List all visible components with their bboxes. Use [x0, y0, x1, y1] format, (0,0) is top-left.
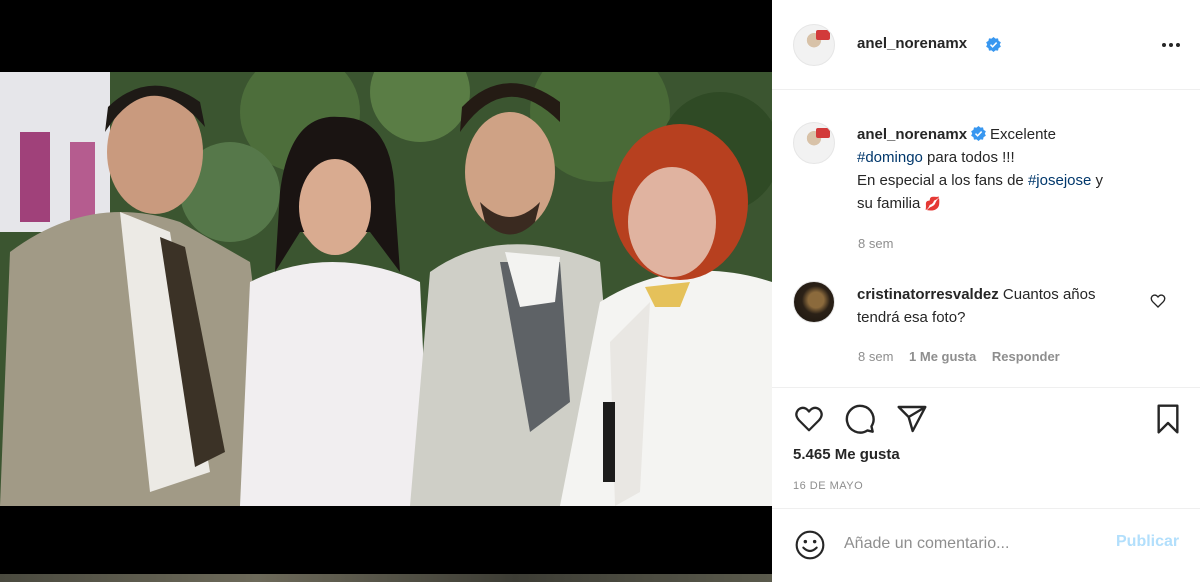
reply-button[interactable]: Responder [992, 349, 1060, 364]
publish-button[interactable]: Publicar [1116, 533, 1179, 551]
caption-text-3: En especial a los fans de [857, 172, 1028, 189]
verified-badge-icon [971, 126, 986, 141]
comment-likes[interactable]: 1 Me gusta [909, 349, 976, 364]
comment-like-heart-icon[interactable] [1150, 293, 1166, 309]
caption-text-2: para todos !!! [922, 149, 1015, 166]
kiss-emoji-icon: 💋 [924, 196, 941, 211]
photo-illustration [0, 72, 772, 506]
caption-text-4: y [1091, 172, 1104, 189]
post-username[interactable]: anel_norenamx [857, 35, 967, 52]
comment-text-1: Cuantos años [998, 286, 1096, 303]
send-icon[interactable] [896, 403, 928, 435]
post-photo[interactable] [0, 72, 772, 506]
bookmark-icon[interactable] [1152, 402, 1184, 436]
photo-pane [0, 0, 772, 582]
post-side-panel: anel_norenamx anel_norenamx Excelente #do… [772, 0, 1200, 582]
comment-text: cristinatorresvaldez Cuantos años tendrá… [857, 283, 1147, 329]
caption-text-5: su familia [857, 195, 925, 212]
comments-section: anel_norenamx Excelente #domingo para tod… [772, 90, 1200, 388]
caption-text: anel_norenamx Excelente #domingo para tod… [857, 123, 1187, 215]
comment-text-2: tendrá esa foto? [857, 309, 966, 326]
like-heart-icon[interactable] [793, 404, 825, 434]
post-header: anel_norenamx [772, 0, 1200, 90]
more-options-icon[interactable] [1158, 36, 1184, 54]
likes-count[interactable]: 5.465 Me gusta [793, 446, 900, 463]
comment-age[interactable]: 8 sem [858, 349, 893, 364]
post-date[interactable]: 16 DE MAYO [793, 480, 863, 492]
caption-text-1: Excelente [990, 126, 1056, 143]
comment-bubble-icon[interactable] [844, 403, 876, 435]
hashtag-domingo[interactable]: #domingo [857, 149, 923, 166]
caption-age[interactable]: 8 sem [858, 236, 893, 251]
comment-input[interactable] [844, 531, 1104, 557]
comment-username[interactable]: cristinatorresvaldez [857, 286, 999, 303]
hashtag-josejose[interactable]: #josejose [1028, 172, 1091, 189]
add-comment-bar: Publicar [772, 508, 1200, 582]
caption-username[interactable]: anel_norenamx [857, 126, 967, 143]
commenter-avatar[interactable] [793, 281, 835, 323]
caption-avatar[interactable] [793, 122, 835, 164]
comment-meta: 8 sem 1 Me gusta Responder [858, 349, 1060, 364]
verified-badge-icon [986, 37, 1001, 52]
user-avatar[interactable] [793, 24, 835, 66]
emoji-icon[interactable] [794, 529, 826, 561]
photo-bottom-strip [0, 574, 772, 582]
